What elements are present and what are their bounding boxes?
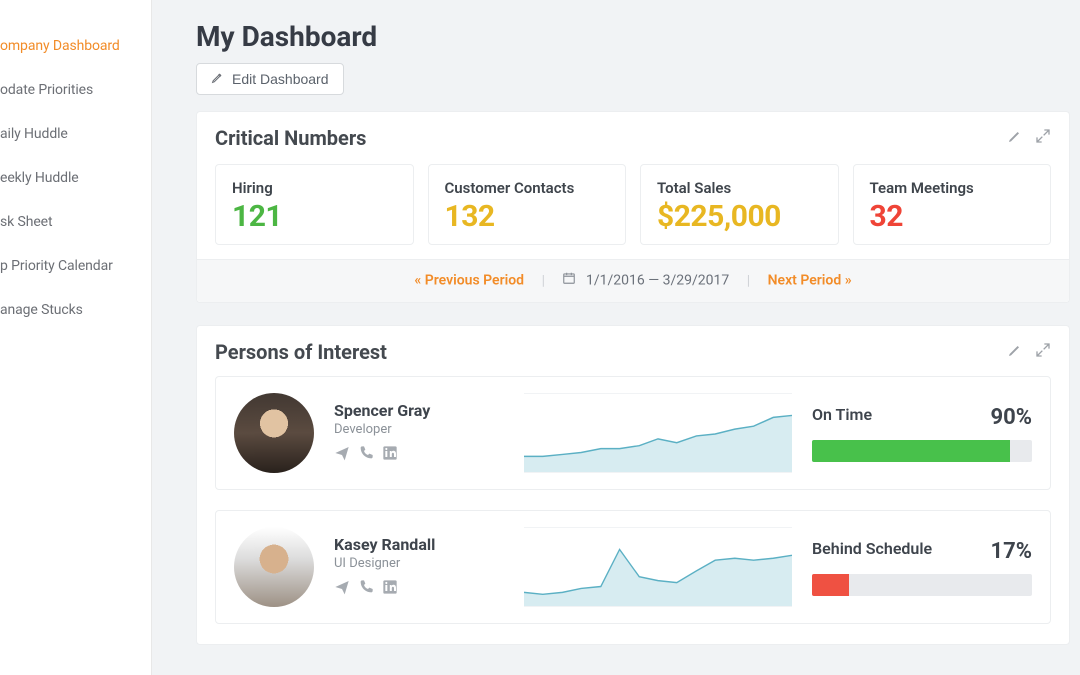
poi-name: Kasey Randall	[334, 535, 504, 554]
separator: |	[542, 273, 545, 289]
progress-fill	[812, 574, 849, 596]
nav-priority-calendar[interactable]: p Priority Calendar	[0, 244, 151, 288]
phone-icon[interactable]	[358, 445, 374, 465]
poi-row: Spencer Gray Developer	[215, 376, 1051, 490]
main: My Dashboard Edit Dashboard Critical Num…	[152, 0, 1080, 675]
card-label: Team Meetings	[870, 179, 1035, 197]
card-label: Customer Contacts	[445, 179, 610, 197]
panel-expand-icon[interactable]	[1035, 342, 1051, 362]
paper-plane-icon[interactable]	[334, 445, 350, 465]
nav-company-dashboard[interactable]: ompany Dashboard	[0, 24, 151, 68]
metric-percentage: 17%	[990, 539, 1032, 564]
card-value: 132	[445, 199, 610, 234]
paper-plane-icon[interactable]	[334, 579, 350, 599]
avatar[interactable]	[234, 393, 314, 473]
sparkline-chart	[524, 393, 792, 473]
card-label: Hiring	[232, 179, 397, 197]
critical-numbers-panel: Critical Numbers Hiring 121 Customer Con…	[196, 111, 1070, 303]
poi-role: UI Designer	[334, 556, 504, 571]
linkedin-icon[interactable]	[382, 579, 398, 599]
poi-role: Developer	[334, 422, 504, 437]
period-range: 1/1/2016 — 3/29/2017	[586, 273, 729, 289]
card-value: $225,000	[657, 199, 822, 234]
poi-title: Persons of Interest	[215, 340, 387, 364]
edit-dashboard-label: Edit Dashboard	[232, 71, 329, 87]
panel-edit-icon[interactable]	[1007, 128, 1023, 148]
progress-bar	[812, 574, 1032, 596]
phone-icon[interactable]	[358, 579, 374, 599]
card-value: 121	[232, 199, 397, 234]
next-period-link[interactable]: Next Period »	[768, 273, 852, 289]
critical-numbers-title: Critical Numbers	[215, 126, 366, 150]
metric-label: On Time	[812, 405, 872, 430]
nav-update-priorities[interactable]: odate Priorities	[0, 68, 151, 112]
page-title: My Dashboard	[196, 20, 1070, 53]
metric-percentage: 90%	[990, 405, 1032, 430]
pencil-icon	[211, 71, 224, 87]
panel-expand-icon[interactable]	[1035, 128, 1051, 148]
persons-of-interest-panel: Persons of Interest Spencer Gray	[196, 325, 1070, 645]
calendar-icon	[562, 271, 576, 289]
progress-bar	[812, 440, 1032, 462]
sparkline-chart	[524, 527, 792, 607]
metric-label: Behind Schedule	[812, 539, 932, 564]
card-label: Total Sales	[657, 179, 822, 197]
period-bar: « Previous Period | 1/1/2016 — 3/29/2017…	[197, 259, 1069, 302]
nav-weekly-huddle[interactable]: eekly Huddle	[0, 156, 151, 200]
poi-name: Spencer Gray	[334, 401, 504, 420]
card-hiring[interactable]: Hiring 121	[215, 164, 414, 245]
progress-fill	[812, 440, 1010, 462]
linkedin-icon[interactable]	[382, 445, 398, 465]
previous-period-link[interactable]: « Previous Period	[414, 273, 524, 289]
nav-task-sheet[interactable]: sk Sheet	[0, 200, 151, 244]
nav-manage-stucks[interactable]: anage Stucks	[0, 288, 151, 332]
separator: |	[747, 273, 750, 289]
card-total-sales[interactable]: Total Sales $225,000	[640, 164, 839, 245]
panel-edit-icon[interactable]	[1007, 342, 1023, 362]
card-team-meetings[interactable]: Team Meetings 32	[853, 164, 1052, 245]
card-customer-contacts[interactable]: Customer Contacts 132	[428, 164, 627, 245]
poi-row: Kasey Randall UI Designer	[215, 510, 1051, 624]
nav-daily-huddle[interactable]: aily Huddle	[0, 112, 151, 156]
sidebar: ompany Dashboard odate Priorities aily H…	[0, 0, 152, 675]
avatar[interactable]	[234, 527, 314, 607]
edit-dashboard-button[interactable]: Edit Dashboard	[196, 63, 344, 95]
card-value: 32	[870, 199, 1035, 234]
